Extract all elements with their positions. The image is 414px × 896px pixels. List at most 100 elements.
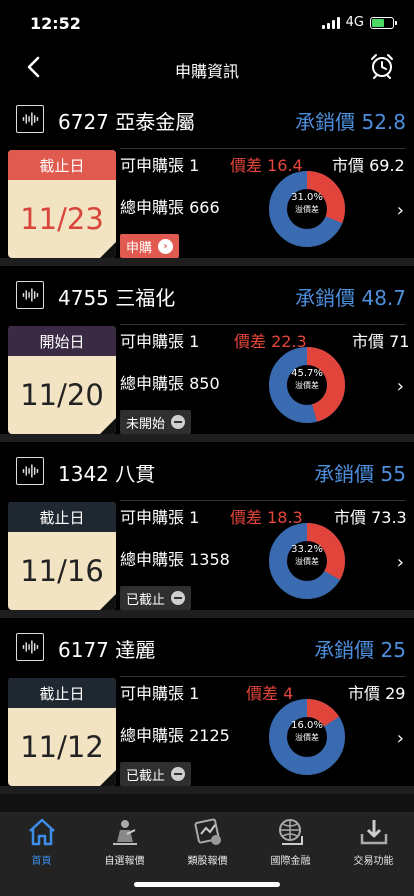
available-lots: 可申購張 1: [120, 332, 200, 351]
donut-caption: 溢價差: [295, 733, 319, 742]
arrow-right-icon: ›: [158, 238, 174, 254]
status-label: 已截止: [126, 768, 166, 784]
globe-icon: [278, 819, 303, 845]
network-label: 4G: [345, 15, 364, 30]
stock-name: 4755 三福化: [58, 286, 176, 310]
donut-percent: 16.0%: [291, 720, 323, 731]
available-lots: 可申購張 1: [120, 508, 200, 527]
tab-global[interactable]: 國際金融: [249, 816, 332, 872]
calendar-badge: 截止日 11/12: [8, 678, 116, 786]
card-header: 1342 八貫 承銷價 55: [0, 442, 414, 500]
chart-icon: [16, 457, 44, 485]
page-fold: [100, 242, 116, 258]
status-indicators: 4G: [321, 15, 397, 30]
signal-icon: [321, 16, 340, 29]
underwriting-price: 承銷價 52.8: [295, 110, 406, 134]
tab-label: 國際金融: [270, 856, 311, 867]
divider: [120, 148, 406, 149]
status-button: 已截止: [120, 586, 192, 610]
calendar-label: 截止日: [39, 156, 85, 175]
underwriting-price: 承銷價 25: [314, 638, 406, 662]
page-title: 申購資訊: [174, 62, 239, 81]
tab-label: 自選報價: [104, 856, 145, 867]
status-time: 12:52: [30, 14, 81, 33]
ipo-list: 6727 亞泰金屬 承銷價 52.8 截止日 11/23 可申購張 1 價差 16.4 市價…: [0, 90, 414, 812]
ipo-card[interactable]: 6177 達麗 承銷價 25 截止日 11/12 可申購張 1 價差 4 市價 29 總申購張…: [0, 618, 414, 794]
home-icon: [28, 818, 55, 846]
stock-name: 1342 八貫: [58, 462, 156, 486]
tab-label: 交易功能: [353, 856, 394, 867]
chevron-right-icon[interactable]: ›: [397, 200, 404, 221]
tab-sector[interactable]: 類股報價: [166, 816, 249, 872]
underwriting-price: 承銷價 55: [314, 462, 406, 486]
minus-circle-icon: [171, 591, 186, 605]
donut-percent: 33.2%: [291, 544, 323, 555]
chart-icon: [16, 281, 44, 309]
chevron-right-icon[interactable]: ›: [397, 728, 404, 749]
tab-watchlist[interactable]: 自選報價: [83, 816, 166, 872]
stock-name: 6177 達麗: [58, 638, 156, 662]
calendar-badge: 開始日 11/20: [8, 326, 116, 434]
page-fold: [100, 770, 116, 786]
card-header: 6177 達麗 承銷價 25: [0, 618, 414, 676]
minus-circle-icon: [171, 767, 186, 781]
available-lots: 可申購張 1: [120, 684, 200, 703]
premium-donut: 45.7% 溢價差: [268, 346, 346, 424]
market-price: 市價 71: [352, 332, 410, 351]
calendar-label: 開始日: [39, 332, 85, 351]
ipo-card[interactable]: 1342 八貫 承銷價 55 截止日 11/16 可申購張 1 價差 18.3 市價 73.…: [0, 442, 414, 618]
donut-caption: 溢價差: [295, 557, 319, 566]
chart-icon: [16, 105, 44, 133]
premium-donut: 16.0% 溢價差: [268, 698, 346, 776]
chevron-right-icon[interactable]: ›: [397, 376, 404, 397]
donut-caption: 溢價差: [295, 205, 319, 214]
tab-trade[interactable]: 交易功能: [332, 816, 414, 872]
status-label: 已截止: [126, 592, 166, 608]
premium-donut: 31.0% 溢價差: [268, 170, 346, 248]
calendar-badge: 截止日 11/23: [8, 150, 116, 258]
tab-label: 首頁: [31, 856, 52, 867]
tab-home[interactable]: 首頁: [0, 816, 83, 872]
total-lots: 總申購張 2125: [120, 726, 230, 745]
donut-percent: 31.0%: [291, 192, 323, 203]
page-fold: [100, 418, 116, 434]
calendar-badge: 截止日 11/16: [8, 502, 116, 610]
donut-caption: 溢價差: [295, 381, 319, 390]
nav-bar: 申購資訊: [0, 46, 414, 90]
card-header: 4755 三福化 承銷價 48.7: [0, 266, 414, 324]
status-label: 申購: [126, 240, 153, 256]
chevron-right-icon[interactable]: ›: [397, 552, 404, 573]
donut-percent: 45.7%: [291, 368, 323, 379]
status-button: 已截止: [120, 762, 192, 786]
total-lots: 總申購張 666: [120, 198, 220, 217]
calendar-label: 截止日: [39, 684, 85, 703]
stock-name: 6727 亞泰金屬: [58, 110, 196, 134]
card-header: 6727 亞泰金屬 承銷價 52.8: [0, 90, 414, 148]
ipo-card[interactable]: 4755 三福化 承銷價 48.7 開始日 11/20 可申購張 1 價差 22.3 市價 …: [0, 266, 414, 442]
divider: [120, 324, 406, 325]
total-lots: 總申購張 850: [120, 374, 220, 393]
home-indicator: [134, 882, 280, 887]
page-fold: [100, 594, 116, 610]
premium-donut: 33.2% 溢價差: [268, 522, 346, 600]
alarm-clock-icon[interactable]: [368, 52, 396, 80]
tab-label: 類股報價: [187, 856, 228, 867]
trade-icon: [360, 820, 387, 845]
status-bar: 12:52 4G: [0, 0, 414, 46]
total-lots: 總申購張 1358: [120, 550, 230, 569]
battery-icon: [370, 16, 397, 29]
status-button[interactable]: 申購 ›: [120, 234, 180, 258]
sector-icon: [194, 818, 221, 845]
watchlist-icon: [112, 820, 137, 845]
underwriting-price: 承銷價 48.7: [295, 286, 406, 310]
divider: [120, 500, 406, 501]
divider: [120, 676, 406, 677]
calendar-label: 截止日: [39, 508, 85, 527]
ipo-card[interactable]: 6727 亞泰金屬 承銷價 52.8 截止日 11/23 可申購張 1 價差 16.4 市價…: [0, 90, 414, 266]
minus-circle-icon: [171, 415, 186, 429]
status-label: 未開始: [126, 416, 166, 432]
available-lots: 可申購張 1: [120, 156, 200, 175]
chart-icon: [16, 633, 44, 661]
market-price: 市價 29: [348, 684, 406, 703]
status-button: 未開始: [120, 410, 192, 434]
